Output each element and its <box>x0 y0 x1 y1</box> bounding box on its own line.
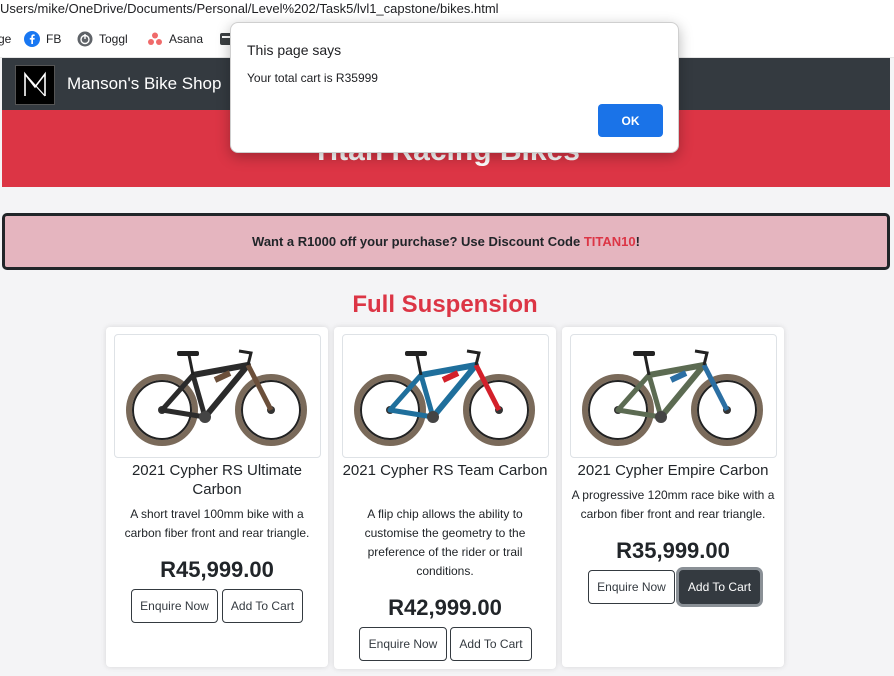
url-text: Users/mike/OneDrive/Documents/Personal/L… <box>0 1 499 16</box>
discount-code: TITAN10 <box>583 234 636 249</box>
promo-text-after: ! <box>635 234 640 249</box>
product-image <box>114 334 321 458</box>
ok-button[interactable]: OK <box>598 104 663 137</box>
bike-illustration <box>126 349 307 446</box>
promo-text-before: Want a R1000 off your purchase? Use Disc… <box>252 234 584 249</box>
product-name: 2021 Cypher RS Team Carbon <box>342 462 548 479</box>
product-price: R42,999.00 <box>388 595 502 620</box>
discount-banner: Want a R1000 off your purchase? Use Disc… <box>2 213 890 270</box>
product-name: 2021 Cypher Empire Carbon <box>577 462 769 479</box>
product-card: 2021 Cypher RS Team Carbon A flip chip a… <box>334 327 556 669</box>
enquire-now-button[interactable]: Enquire Now <box>131 589 218 623</box>
product-image <box>570 334 777 458</box>
shop-logo[interactable] <box>15 65 55 105</box>
product-image <box>342 334 549 458</box>
bike-illustration <box>582 349 763 446</box>
promo-text: Want a R1000 off your purchase? Use Disc… <box>252 234 640 249</box>
facebook-icon <box>24 31 40 47</box>
asana-icon <box>147 31 163 47</box>
bookmark-label: Toggl <box>99 32 128 46</box>
logo-mark-icon <box>24 71 46 97</box>
brand-name[interactable]: Manson's Bike Shop <box>67 74 221 94</box>
address-bar[interactable]: Users/mike/OneDrive/Documents/Personal/L… <box>0 0 894 21</box>
bookmark-label: ge <box>0 32 12 46</box>
bookmark-asana[interactable]: Asana <box>147 30 203 48</box>
product-card: 2021 Cypher Empire Carbon A progressive … <box>562 327 784 667</box>
section-title: Full Suspension <box>352 291 538 318</box>
bookmark-toggl[interactable]: Toggl <box>77 30 128 48</box>
bike-illustration <box>354 349 535 446</box>
bookmark-label: Asana <box>169 32 204 46</box>
product-description: A progressive 120mm race bike with a car… <box>571 488 775 521</box>
product-description: A flip chip allows the ability to custom… <box>364 507 526 578</box>
product-card: 2021 Cypher RS Ultimate Carbon A short t… <box>106 327 328 667</box>
alert-dialog: This page says Your total cart is R35999… <box>230 22 679 153</box>
enquire-now-button[interactable]: Enquire Now <box>588 570 675 604</box>
dialog-message: Your total cart is R35999 <box>247 71 378 85</box>
dialog-title: This page says <box>247 42 342 58</box>
product-description: A short travel 100mm bike with a carbon … <box>124 507 310 540</box>
toggl-icon <box>77 31 93 47</box>
bookmark-fb[interactable]: FB <box>24 30 61 48</box>
add-to-cart-button[interactable]: Add To Cart <box>222 589 303 623</box>
product-name: 2021 Cypher RS Ultimate Carbon <box>131 462 303 498</box>
bookmark-partial[interactable]: ge <box>0 30 11 48</box>
bookmark-label: FB <box>46 32 62 46</box>
add-to-cart-button[interactable]: Add To Cart <box>450 627 532 661</box>
add-to-cart-button[interactable]: Add To Cart <box>679 570 760 604</box>
product-price: R45,999.00 <box>160 557 274 582</box>
enquire-now-button[interactable]: Enquire Now <box>359 627 447 661</box>
product-price: R35,999.00 <box>616 538 730 563</box>
